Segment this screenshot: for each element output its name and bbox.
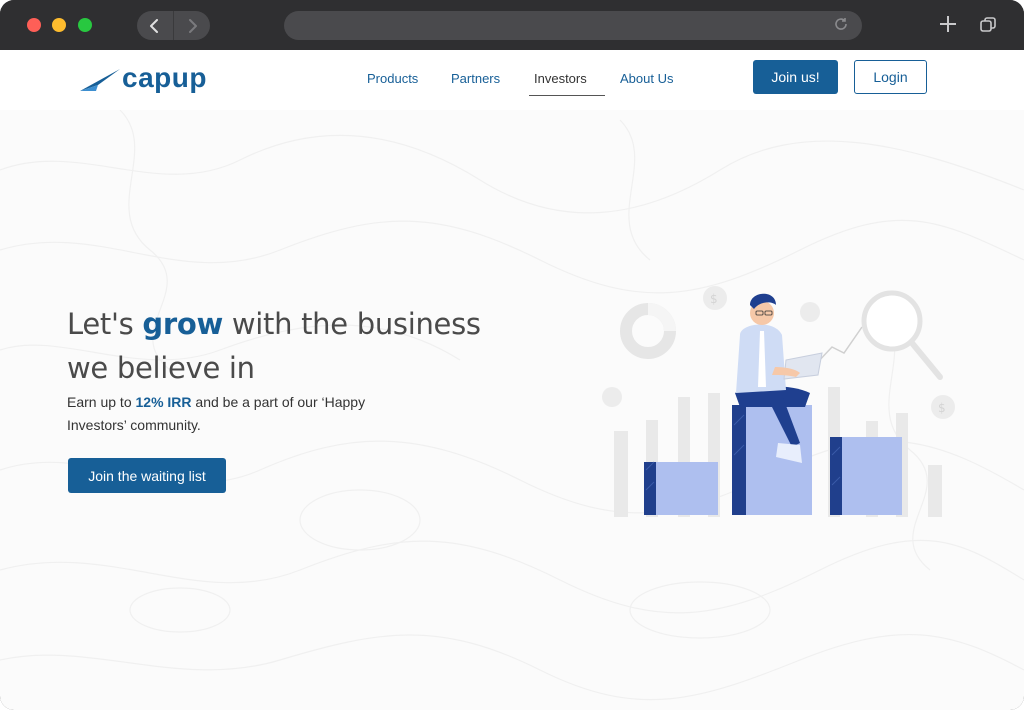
address-bar[interactable] bbox=[284, 11, 862, 40]
svg-text:$: $ bbox=[710, 292, 718, 306]
browser-titlebar bbox=[0, 0, 1024, 50]
browser-window: capup Products Partners Investors About … bbox=[0, 0, 1024, 710]
join-us-button[interactable]: Join us! bbox=[753, 60, 838, 94]
site-header: capup Products Partners Investors About … bbox=[0, 50, 1024, 110]
join-waiting-list-button[interactable]: Join the waiting list bbox=[68, 458, 226, 493]
hero-title: Let's grow with the business we believe … bbox=[67, 302, 497, 390]
hero-title-accent: grow bbox=[142, 307, 223, 341]
chevron-right-icon[interactable] bbox=[173, 11, 209, 40]
paper-plane-logo-icon bbox=[80, 69, 120, 91]
hero-sub-part1: Earn up to bbox=[67, 394, 136, 410]
active-nav-underline bbox=[529, 95, 605, 96]
donut-chart-icon bbox=[620, 303, 676, 359]
logo-text: capup bbox=[122, 62, 207, 93]
trend-line bbox=[814, 326, 863, 366]
maximize-window-icon[interactable] bbox=[78, 18, 92, 32]
reload-icon[interactable] bbox=[832, 16, 850, 34]
nav-item-about-us[interactable]: About Us bbox=[620, 71, 673, 86]
investor-illustration: $ $ bbox=[602, 286, 955, 517]
history-nav-buttons bbox=[137, 11, 210, 40]
minimize-window-icon[interactable] bbox=[52, 18, 66, 32]
nav-item-partners[interactable]: Partners bbox=[451, 71, 500, 86]
hero-title-part1: Let's bbox=[67, 307, 143, 341]
tabs-overview-icon[interactable] bbox=[980, 17, 996, 33]
close-window-icon[interactable] bbox=[27, 18, 41, 32]
login-button[interactable]: Login bbox=[854, 60, 927, 94]
plus-icon[interactable] bbox=[938, 11, 958, 39]
chevron-left-icon[interactable] bbox=[137, 11, 173, 40]
hero-sub-accent: 12% IRR bbox=[135, 394, 192, 410]
svg-text:$: $ bbox=[938, 401, 946, 415]
web-page: capup Products Partners Investors About … bbox=[0, 50, 1024, 710]
hero-subtitle: Earn up to 12% IRR and be a part of our … bbox=[67, 391, 387, 437]
capup-logo[interactable]: capup bbox=[78, 62, 207, 94]
nav-item-investors[interactable]: Investors bbox=[534, 71, 587, 86]
nav-item-products[interactable]: Products bbox=[367, 71, 418, 86]
magnifier-icon bbox=[861, 290, 943, 380]
